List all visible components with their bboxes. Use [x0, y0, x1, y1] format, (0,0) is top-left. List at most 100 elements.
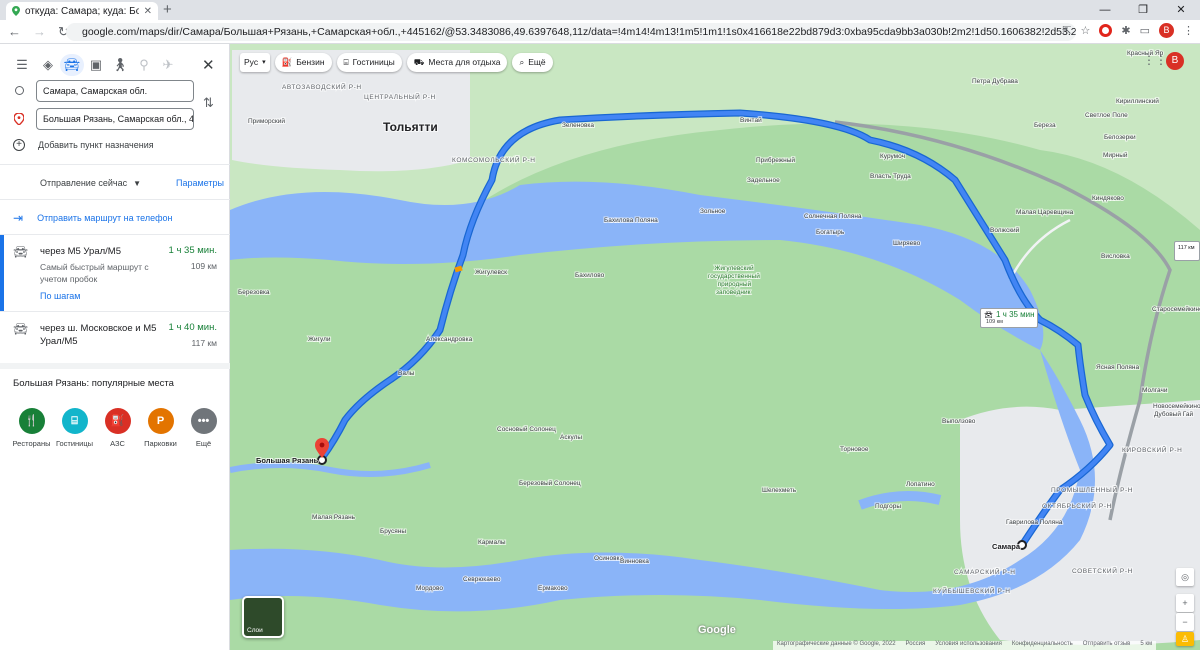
browser-menu-icon[interactable]: ⋮	[1183, 24, 1194, 37]
tab-title: откуда: Самара; куда: Большая Р	[25, 5, 139, 17]
origin-input[interactable]: Самара, Самарская обл.	[36, 80, 194, 102]
footer-item[interactable]: Условия использования	[935, 641, 1002, 650]
account-avatar[interactable]: B	[1166, 52, 1184, 70]
depart-now-dropdown[interactable]: Отправление сейчас ▼	[40, 178, 141, 188]
bookmark-star-icon[interactable]: ☆	[1081, 24, 1091, 37]
gas-icon: ⛽	[281, 57, 293, 67]
caret-down-icon: ▾	[262, 59, 266, 66]
new-tab-button[interactable]: +	[163, 1, 172, 18]
forward-arrow-icon[interactable]: →	[33, 24, 46, 40]
flight-mode-icon[interactable]: ✈︎	[156, 54, 180, 76]
pegman-icon[interactable]: ♙	[1176, 632, 1194, 646]
chip-label: Бензин	[296, 57, 325, 67]
car-icon: 🚘︎	[984, 312, 993, 319]
map-label: Малая Рязань	[312, 514, 356, 521]
map-label: Дубовый Гай	[1154, 410, 1194, 418]
send-to-phone-label: Отправить маршрут на телефон	[37, 213, 173, 223]
footer-item[interactable]: Конфиденциальность	[1012, 641, 1073, 650]
map-label: Киндяково	[1092, 195, 1124, 202]
place-label: Гостиницы	[55, 439, 94, 448]
bike-mode-icon[interactable]: ⚲	[132, 54, 156, 76]
section-divider	[0, 363, 230, 369]
transit-mode-icon[interactable]: ▣	[84, 54, 108, 76]
puzzle-extension-icon[interactable]: ✱	[1121, 24, 1130, 37]
place-2[interactable]: ⛽ АЗС	[96, 408, 139, 448]
footer-item[interactable]: Картографические данные © Google, 2022	[777, 641, 896, 650]
close-window-button[interactable]: ✕	[1162, 0, 1200, 20]
zoom-in-button[interactable]: +	[1176, 594, 1194, 612]
divider	[0, 199, 230, 200]
maximize-button[interactable]: ❐	[1124, 0, 1162, 20]
back-arrow-icon[interactable]: ←	[8, 24, 21, 40]
map-label: Кармалы	[478, 539, 506, 546]
map-label: Березовый Солонец	[519, 479, 581, 487]
zoom-out-button[interactable]: −	[1176, 613, 1194, 631]
send-to-phone-button[interactable]: ⇥ Отправить маршрут на телефон	[13, 211, 172, 225]
map-label: Аскулы	[560, 434, 582, 441]
profile-avatar[interactable]: B	[1159, 23, 1174, 38]
swap-icon[interactable]: ⇅	[203, 95, 214, 111]
chip-hotels[interactable]: ⌸ Гостиницы	[336, 53, 402, 72]
divider	[0, 164, 230, 165]
route-time-callout[interactable]: 🚘︎ 1 ч 35 мин 109 км	[980, 308, 1038, 328]
map-label: Старосемейкино	[1152, 305, 1200, 313]
route-option-2[interactable]: 🚘︎ через ш. Московское и М5 Урал/М5 1 ч …	[0, 312, 230, 362]
footer-item[interactable]: Отправить отзыв	[1083, 641, 1131, 650]
url-text: google.com/maps/dir/Самара/Большая+Рязан…	[82, 26, 1076, 38]
add-destination-label: Добавить пункт назначения	[38, 140, 154, 150]
tab-close-icon[interactable]: ✕	[144, 6, 152, 17]
place-4[interactable]: ••• Ещё	[182, 408, 225, 448]
map-footer: Картографические данные © Google, 2022 Ро…	[773, 641, 1157, 650]
map-label: Молгачи	[1142, 387, 1168, 394]
map-label: Бахилова Поляна	[604, 217, 658, 224]
url-bar[interactable]: google.com/maps/dir/Самара/Большая+Рязан…	[66, 23, 1076, 41]
language-chip[interactable]: Рус ▾	[240, 53, 270, 72]
map-label: Белозерки	[1104, 134, 1136, 141]
route-distance: 109 км	[190, 261, 217, 271]
chip-label: Места для отдыха	[428, 57, 501, 67]
map-label: Малая Царевщина	[1016, 209, 1074, 216]
chip-label: Ещё	[528, 57, 546, 67]
route-name: через М5 Урал/М5	[40, 246, 121, 257]
close-directions-icon[interactable]: ✕	[202, 56, 215, 74]
chip-gas[interactable]: ⛽ Бензин	[274, 53, 332, 72]
map-label: Шелехметь	[762, 487, 797, 494]
location-button[interactable]: ◎	[1176, 568, 1194, 586]
add-destination-button[interactable]: + Добавить пункт назначения	[13, 139, 154, 151]
browser-tab[interactable]: откуда: Самара; куда: Большая Р ✕	[6, 2, 158, 20]
nav-buttons: ← → ↻	[8, 24, 69, 40]
phone-send-icon: ⇥	[13, 211, 24, 225]
route-time: 1 ч 35 мин.	[168, 245, 217, 256]
map-label: ОКТЯБРЬСКИЙ Р-Н	[1042, 501, 1112, 510]
map-label: Светлое Поле	[1085, 112, 1128, 119]
map-canvas[interactable]: АВТОЗАВОДСКИЙ Р-НЦЕНТРАЛЬНЫЙ Р-Н Тольятти…	[230, 44, 1200, 650]
map-label: Власть Труда	[870, 173, 911, 180]
route-option-1[interactable]: 🚘︎ через М5 Урал/М5 1 ч 35 мин. Самый бы…	[0, 235, 230, 311]
alt-route-callout[interactable]: 117 км	[1174, 241, 1200, 261]
callout-distance: 109 км	[986, 319, 1003, 325]
route-steps-link[interactable]: По шагам	[40, 291, 80, 301]
map-label: Ширяево	[893, 240, 921, 247]
footer-item[interactable]: 5 км	[1140, 641, 1152, 650]
opera-extension-icon[interactable]	[1099, 24, 1113, 37]
car-mode-icon[interactable]: 🚘︎	[60, 54, 84, 76]
extensions-area: ⇱ ☆ ✱ ▭ B ⋮	[1062, 23, 1194, 38]
place-3[interactable]: P Парковки	[139, 408, 182, 448]
place-0[interactable]: 🍴 Рестораны	[10, 408, 53, 448]
map-label: Торновое	[840, 446, 869, 453]
layers-button[interactable]: Слои	[242, 596, 284, 638]
minimize-button[interactable]: —	[1086, 0, 1124, 20]
language-label: Рус	[244, 57, 259, 67]
chip-more[interactable]: ⌕ Ещё	[512, 53, 553, 72]
chip-rest[interactable]: ⛟ Места для отдыха	[406, 53, 508, 72]
place-1[interactable]: ⌸ Гостиницы	[53, 408, 96, 448]
share-icon[interactable]: ⇱	[1062, 24, 1071, 37]
params-link[interactable]: Параметры	[176, 178, 224, 188]
reading-list-icon[interactable]: ▭	[1140, 24, 1150, 37]
best-mode-icon[interactable]: ◈	[36, 54, 60, 76]
place-label: Парковки	[144, 439, 177, 448]
footer-item[interactable]: Россия	[906, 641, 926, 650]
menu-icon[interactable]: ☰	[10, 54, 34, 76]
walk-mode-icon[interactable]: 🚶︎	[108, 54, 132, 76]
destination-input[interactable]: Большая Рязань, Самарская обл., 445	[36, 108, 194, 130]
